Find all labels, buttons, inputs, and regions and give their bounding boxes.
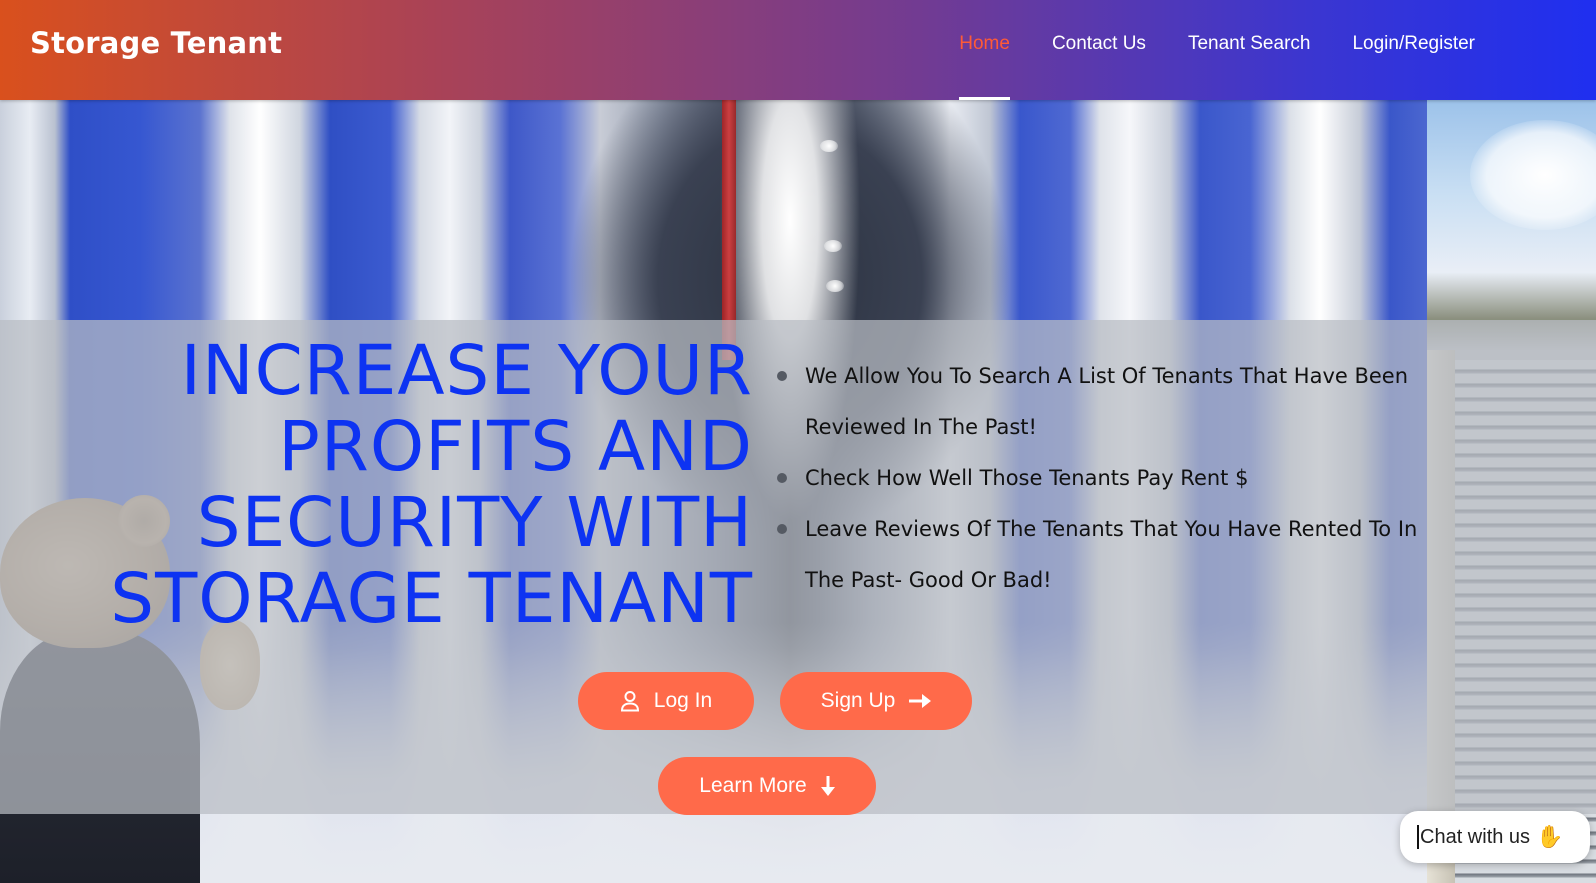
- brand-logo[interactable]: Storage Tenant: [30, 26, 282, 60]
- text-caret: [1417, 825, 1419, 849]
- feature-item-search: We Allow You To Search A List Of Tenants…: [771, 351, 1451, 453]
- ceiling-light: [820, 140, 838, 152]
- headline-line: SECURITY WITH: [196, 483, 753, 563]
- learn-more-button[interactable]: Learn More: [658, 757, 876, 815]
- sign-up-label: Sign Up: [820, 689, 896, 712]
- nav-item-contact-us[interactable]: Contact Us: [1031, 0, 1167, 100]
- nav-item-login-register[interactable]: Login/Register: [1331, 0, 1496, 100]
- nav-item-tenant-search[interactable]: Tenant Search: [1167, 0, 1332, 100]
- chat-widget[interactable]: Chat with us ✋: [1400, 811, 1590, 863]
- learn-more-label: Learn More: [699, 774, 807, 797]
- feature-item-rent: Check How Well Those Tenants Pay Rent $: [771, 453, 1451, 504]
- ceiling-light: [824, 240, 842, 252]
- headline-line: INCREASE YOUR: [180, 331, 753, 411]
- user-icon: [620, 690, 640, 712]
- chat-label: Chat with us: [1420, 825, 1531, 848]
- feature-item-reviews: Leave Reviews Of The Tenants That You Ha…: [771, 504, 1451, 606]
- hero-headline: INCREASE YOUR PROFITS AND SECURITY WITH …: [40, 333, 753, 637]
- arrow-right-icon: [909, 694, 932, 708]
- top-navbar: Storage Tenant Home Contact Us Tenant Se…: [0, 0, 1596, 100]
- headline-line: STORAGE TENANT: [110, 559, 753, 639]
- ceiling-light: [826, 280, 844, 292]
- feature-list: We Allow You To Search A List Of Tenants…: [771, 351, 1451, 606]
- log-in-button[interactable]: Log In: [578, 672, 754, 730]
- sign-up-button[interactable]: Sign Up: [780, 672, 972, 730]
- nav-item-home[interactable]: Home: [938, 0, 1031, 100]
- log-in-label: Log In: [653, 689, 713, 712]
- arrow-down-icon: [820, 776, 835, 796]
- main-nav: Home Contact Us Tenant Search Login/Regi…: [938, 0, 1496, 100]
- waving-hand-icon: ✋: [1536, 824, 1564, 849]
- headline-line: PROFITS AND: [278, 407, 753, 487]
